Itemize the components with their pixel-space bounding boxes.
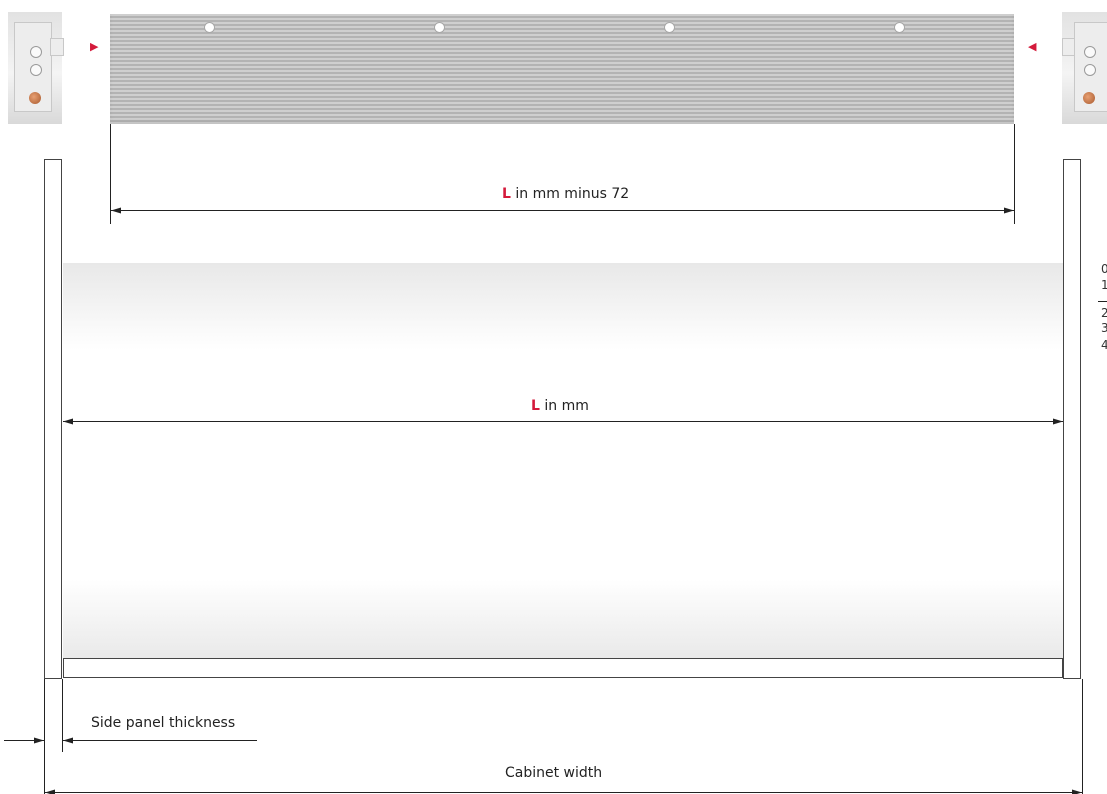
side-panel-thickness-label: Side panel thickness [91, 715, 236, 731]
dimension-lines [4, 124, 1107, 794]
cropped-edge-text: 0 [1101, 262, 1107, 276]
dimension-text: in mm minus 72 [510, 186, 630, 202]
length-symbol: L [531, 398, 540, 414]
dimension-label-middle: L in mm [531, 398, 589, 414]
cropped-edge-text: 2 [1101, 306, 1107, 320]
cropped-edge-text: 3 [1101, 321, 1107, 335]
length-symbol: L [502, 186, 511, 202]
dimension-label-top: L in mm minus 72 [502, 186, 629, 202]
cropped-edge-text: 4 [1101, 338, 1107, 352]
dimension-text: in mm [539, 398, 589, 414]
cropped-edge-text: 1 [1101, 278, 1107, 292]
cabinet-width-label: Cabinet width [505, 765, 603, 781]
